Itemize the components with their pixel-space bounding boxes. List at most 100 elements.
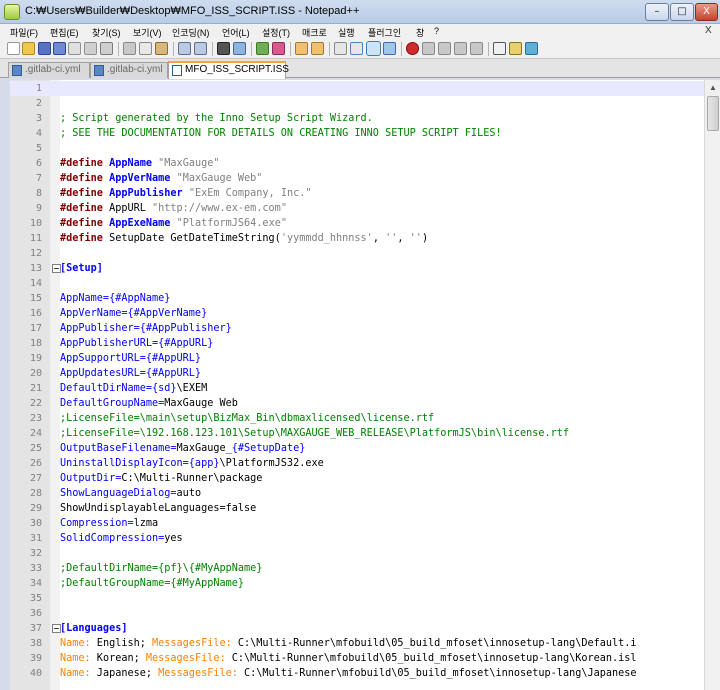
save-icon[interactable] — [38, 42, 51, 55]
menu-search[interactable]: 찾기(S) — [92, 26, 121, 39]
cut-icon[interactable] — [123, 42, 136, 55]
code-line[interactable]: 8 #define AppPublisher "ExEm Company, Inc… — [10, 186, 704, 201]
code-line[interactable]: 34 ;DefaultGroupName={#MyAppName} — [10, 576, 704, 591]
replace-icon[interactable] — [233, 42, 246, 55]
code-line[interactable]: 24 ;LicenseFile=\192.168.123.101\Setup\MA… — [10, 426, 704, 441]
spell-check-icon[interactable] — [509, 42, 522, 55]
new-file-icon[interactable] — [7, 42, 20, 55]
copy-icon[interactable] — [139, 42, 152, 55]
scrollbar-thumb[interactable] — [707, 96, 719, 131]
code-line[interactable]: 27 OutputDir=C:\Multi-Runner\package — [10, 471, 704, 486]
code-line[interactable]: 31 SolidCompression=yes — [10, 531, 704, 546]
code-line[interactable]: 2 — [10, 96, 704, 111]
find-icon[interactable] — [217, 42, 230, 55]
menu-macro[interactable]: 매크로 — [302, 26, 327, 39]
code-line[interactable]: 36 — [10, 606, 704, 621]
close-button[interactable]: X — [695, 3, 718, 21]
code-line[interactable]: 29 ShowUndisplayableLanguages=false — [10, 501, 704, 516]
open-icon[interactable] — [22, 42, 35, 55]
code-line[interactable]: 10 #define AppExeName "PlatformJS64.exe" — [10, 216, 704, 231]
code-line[interactable]: 14 — [10, 276, 704, 291]
code-line[interactable]: 17 AppPublisher={#AppPublisher} — [10, 321, 704, 336]
code-line[interactable]: 26 UninstallDisplayIcon={app}\PlatformJS3… — [10, 456, 704, 471]
line-text: AppName={#AppName} — [60, 291, 170, 306]
menu-settings[interactable]: 설정(T) — [262, 26, 290, 39]
maximize-button[interactable]: □ — [670, 3, 694, 21]
print-icon[interactable] — [100, 42, 113, 55]
play-macro-icon[interactable] — [438, 42, 451, 55]
tab-gitlab-ci-2[interactable]: .gitlab-ci.yml — [90, 62, 168, 78]
code-line[interactable]: 18 AppPublisherURL={#AppURL} — [10, 336, 704, 351]
code-line[interactable]: 9 #define AppURL "http://www.ex-em.com" — [10, 201, 704, 216]
sync-h-icon[interactable] — [311, 42, 324, 55]
show-all-chars-icon[interactable] — [350, 42, 363, 55]
save-macro-icon[interactable] — [470, 42, 483, 55]
code-line[interactable]: 32 — [10, 546, 704, 561]
close-document-icon[interactable]: X — [705, 25, 712, 36]
code-token: MessagesFile: — [158, 668, 238, 679]
code-line[interactable]: 30 Compression=lzma — [10, 516, 704, 531]
code-line[interactable]: 21 DefaultDirName={sd}\EXEM — [10, 381, 704, 396]
word-wrap-icon[interactable] — [334, 42, 347, 55]
menu-window[interactable]: 창 — [416, 26, 424, 39]
menu-run[interactable]: 실행 — [338, 26, 355, 39]
doc-map-icon[interactable] — [383, 42, 396, 55]
menu-help[interactable]: ? — [434, 26, 439, 36]
paste-icon[interactable] — [155, 42, 168, 55]
code-line[interactable]: 28 ShowLanguageDialog=auto — [10, 486, 704, 501]
scroll-up-icon[interactable]: ▲ — [705, 80, 720, 96]
code-line[interactable]: 23 ;LicenseFile=\main\setup\BizMax_Bin\db… — [10, 411, 704, 426]
menu-file[interactable]: 파일(F) — [10, 26, 38, 39]
code-line[interactable]: 38 Name: English; MessagesFile: C:\Multi-… — [10, 636, 704, 651]
code-line[interactable]: 11 #define SetupDate GetDateTimeString('y… — [10, 231, 704, 246]
record-macro-icon[interactable] — [406, 42, 419, 55]
redo-icon[interactable] — [194, 42, 207, 55]
close-icon[interactable] — [68, 42, 81, 55]
menu-encoding[interactable]: 인코딩(N) — [172, 26, 209, 39]
check-icon[interactable] — [525, 42, 538, 55]
line-text: ;LicenseFile=\192.168.123.101\Setup\MAXG… — [60, 426, 569, 441]
code-line[interactable]: 25 OutputBaseFilename=MaxGauge_{#SetupDat… — [10, 441, 704, 456]
code-line[interactable]: 12 — [10, 246, 704, 261]
code-line[interactable]: 40 Name: Japanese; MessagesFile: C:\Multi… — [10, 666, 704, 681]
code-line[interactable]: 1 — [10, 81, 704, 96]
save-all-icon[interactable] — [53, 42, 66, 55]
zoom-in-icon[interactable] — [256, 42, 269, 55]
code-line[interactable]: 15 AppName={#AppName} — [10, 291, 704, 306]
code-line[interactable]: 13 [Setup] — [10, 261, 704, 276]
code-line[interactable]: 5 — [10, 141, 704, 156]
minimize-button[interactable]: – — [645, 3, 669, 21]
app-icon[interactable] — [4, 4, 20, 20]
code-line[interactable]: 3 ; Script generated by the Inno Setup Sc… — [10, 111, 704, 126]
code-editor[interactable]: 1 2 3; Script generated by the Inno Setup … — [10, 80, 720, 690]
tab-mfo-iss-script[interactable]: MFO_ISS_SCRIPT.ISS — [168, 61, 289, 79]
run-macro-multiple-icon[interactable] — [454, 42, 467, 55]
indent-guide-icon[interactable] — [366, 41, 381, 56]
menu-view[interactable]: 보기(V) — [133, 26, 162, 39]
line-text: ;DefaultDirName={pf}\{#MyAppName} — [60, 561, 262, 576]
html-tag-icon[interactable] — [493, 42, 506, 55]
code-line[interactable]: 19 AppSupportURL={#AppURL} — [10, 351, 704, 366]
line-text: ; SEE THE DOCUMENTATION FOR DETAILS ON C… — [60, 126, 502, 141]
close-all-icon[interactable] — [84, 42, 97, 55]
vertical-scrollbar[interactable]: ▲ — [704, 80, 720, 690]
code-line[interactable]: 33 ;DefaultDirName={pf}\{#MyAppName} — [10, 561, 704, 576]
code-line[interactable]: 16 AppVerName={#AppVerName} — [10, 306, 704, 321]
undo-icon[interactable] — [178, 42, 191, 55]
sync-v-icon[interactable] — [295, 42, 308, 55]
code-line[interactable]: 7 #define AppVerName "MaxGauge Web" — [10, 171, 704, 186]
zoom-out-icon[interactable] — [272, 42, 285, 55]
code-line[interactable]: 22 DefaultGroupName=MaxGauge Web — [10, 396, 704, 411]
code-line[interactable]: 20 AppUpdatesURL={#AppURL} — [10, 366, 704, 381]
code-token: 'yymmdd_hhnnss' — [280, 233, 373, 244]
menu-edit[interactable]: 편집(E) — [50, 26, 79, 39]
menu-plugins[interactable]: 플러그인 — [368, 26, 401, 39]
code-line[interactable]: 35 — [10, 591, 704, 606]
stop-macro-icon[interactable] — [422, 42, 435, 55]
tab-gitlab-ci-1[interactable]: .gitlab-ci.yml — [8, 62, 90, 78]
menu-language[interactable]: 언어(L) — [222, 26, 250, 39]
code-line[interactable]: 39 Name: Korean; MessagesFile: C:\Multi-R… — [10, 651, 704, 666]
code-line[interactable]: 6 #define AppName "MaxGauge" — [10, 156, 704, 171]
code-line[interactable]: 4 ; SEE THE DOCUMENTATION FOR DETAILS ON … — [10, 126, 704, 141]
code-line[interactable]: 37 [Languages] — [10, 621, 704, 636]
